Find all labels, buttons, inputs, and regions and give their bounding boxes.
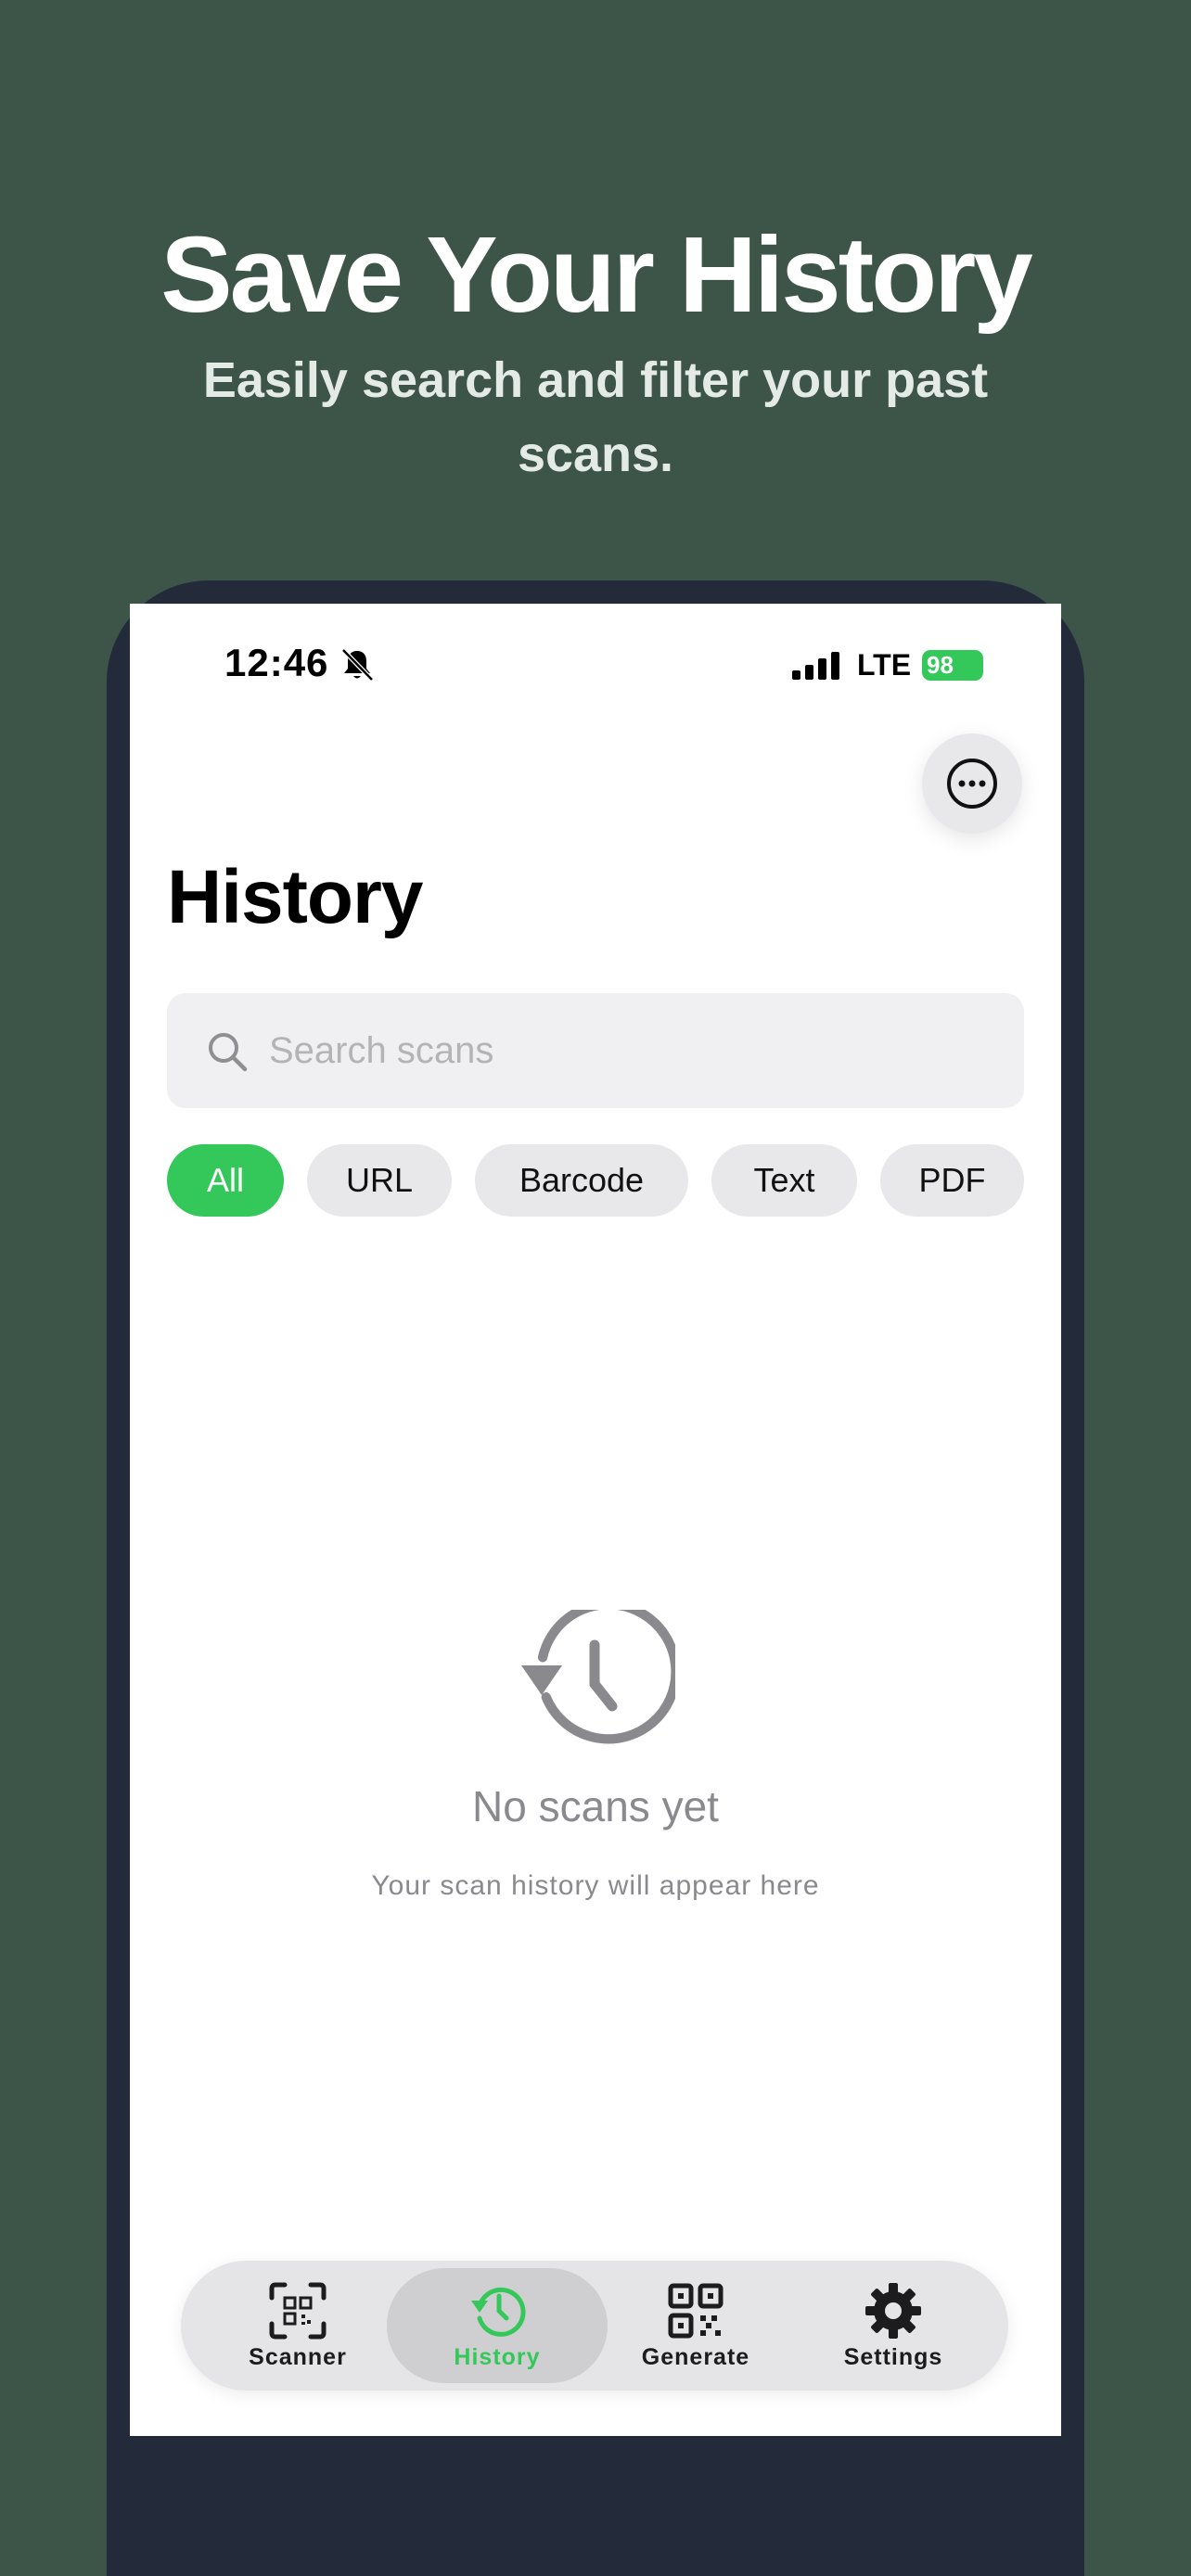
promo-title: Save Your History [160, 214, 1033, 335]
empty-state-subtitle: Your scan history will appear here [371, 1870, 820, 1901]
qr-code-icon [668, 2283, 724, 2338]
tab-label-generate: Generate [641, 2343, 750, 2370]
history-clock-icon [471, 2287, 526, 2337]
page-title: History [167, 855, 424, 939]
bell-slash-icon [341, 648, 374, 682]
filter-chip-url[interactable]: URL [307, 1144, 452, 1217]
empty-state-title: No scans yet [472, 1782, 719, 1830]
search-input[interactable] [269, 1019, 992, 1082]
tab-bar: Scanner History Generate Settings [181, 2261, 1008, 2391]
tab-label-settings: Settings [843, 2343, 943, 2370]
network-type: LTE [857, 648, 912, 682]
ellipsis-circle-icon [947, 759, 997, 809]
filter-chip-barcode[interactable]: Barcode [475, 1144, 688, 1217]
more-button[interactable] [922, 733, 1022, 834]
promo-subtitle: Easily search and filter your past scans… [202, 352, 989, 482]
history-clock-icon [521, 1610, 675, 1744]
tab-label-scanner: Scanner [249, 2343, 347, 2370]
status-time: 12:46 [224, 641, 329, 684]
filter-chip-all[interactable]: All [167, 1144, 284, 1217]
battery-indicator: 98 [922, 650, 983, 681]
tab-generate[interactable]: Generate [603, 2261, 788, 2391]
qr-scan-icon [269, 2282, 327, 2339]
battery-level: 98 [927, 651, 954, 679]
filter-chip-pdf[interactable]: PDF [880, 1144, 1024, 1217]
gear-icon [865, 2282, 921, 2339]
tab-scanner[interactable]: Scanner [205, 2261, 391, 2391]
search-bar[interactable] [167, 993, 1024, 1108]
filter-chip-text[interactable]: Text [711, 1144, 857, 1217]
app-screen: 12:46 LTE 98 History All URL Barcode [130, 604, 1061, 2436]
search-icon [209, 1033, 248, 1072]
tab-label-history: History [454, 2343, 541, 2370]
tab-history[interactable]: History [404, 2261, 590, 2391]
signal-icon [792, 652, 839, 680]
tab-settings[interactable]: Settings [800, 2261, 986, 2391]
